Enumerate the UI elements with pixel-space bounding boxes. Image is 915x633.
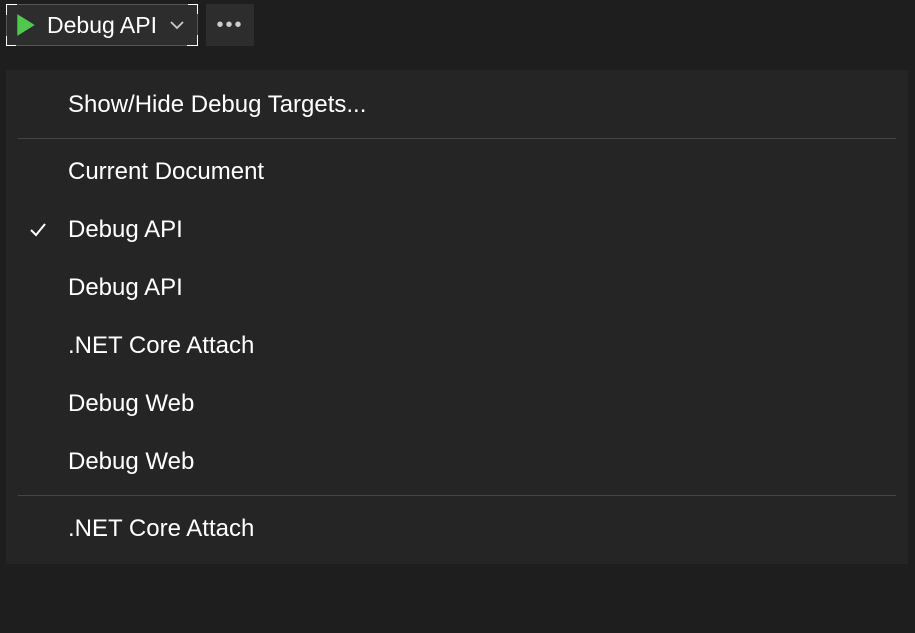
menu-item-net-core-attach[interactable]: .NET Core Attach bbox=[6, 317, 908, 375]
menu-separator bbox=[18, 495, 896, 496]
menu-item-label: Debug API bbox=[68, 274, 183, 302]
menu-item-debug-web[interactable]: Debug Web bbox=[6, 375, 908, 433]
more-options-button[interactable]: ••• bbox=[206, 4, 254, 46]
debug-targets-menu: Show/Hide Debug Targets... Current Docum… bbox=[6, 70, 908, 564]
menu-item-label: .NET Core Attach bbox=[68, 515, 254, 543]
menu-item-label: Debug Web bbox=[68, 390, 194, 418]
menu-item-current-document[interactable]: Current Document bbox=[6, 143, 908, 201]
menu-item-net-core-attach-2[interactable]: .NET Core Attach bbox=[6, 500, 908, 558]
menu-item-debug-api-2[interactable]: Debug API bbox=[6, 259, 908, 317]
menu-item-label: Debug Web bbox=[68, 448, 194, 476]
menu-separator bbox=[18, 138, 896, 139]
menu-item-show-hide-targets[interactable]: Show/Hide Debug Targets... bbox=[6, 76, 908, 134]
menu-item-label: Current Document bbox=[68, 158, 264, 186]
menu-item-label: .NET Core Attach bbox=[68, 332, 254, 360]
ellipsis-icon: ••• bbox=[216, 14, 243, 37]
menu-item-debug-web-2[interactable]: Debug Web bbox=[6, 433, 908, 491]
menu-item-label: Show/Hide Debug Targets... bbox=[68, 91, 366, 119]
play-icon bbox=[15, 13, 37, 37]
debug-target-label: Debug API bbox=[47, 12, 157, 39]
chevron-down-icon bbox=[167, 15, 187, 35]
debug-toolbar: Debug API ••• bbox=[0, 0, 915, 50]
menu-item-label: Debug API bbox=[68, 216, 183, 244]
menu-item-debug-api[interactable]: Debug API bbox=[6, 201, 908, 259]
debug-start-button[interactable]: Debug API bbox=[6, 4, 198, 46]
check-icon bbox=[27, 219, 49, 241]
